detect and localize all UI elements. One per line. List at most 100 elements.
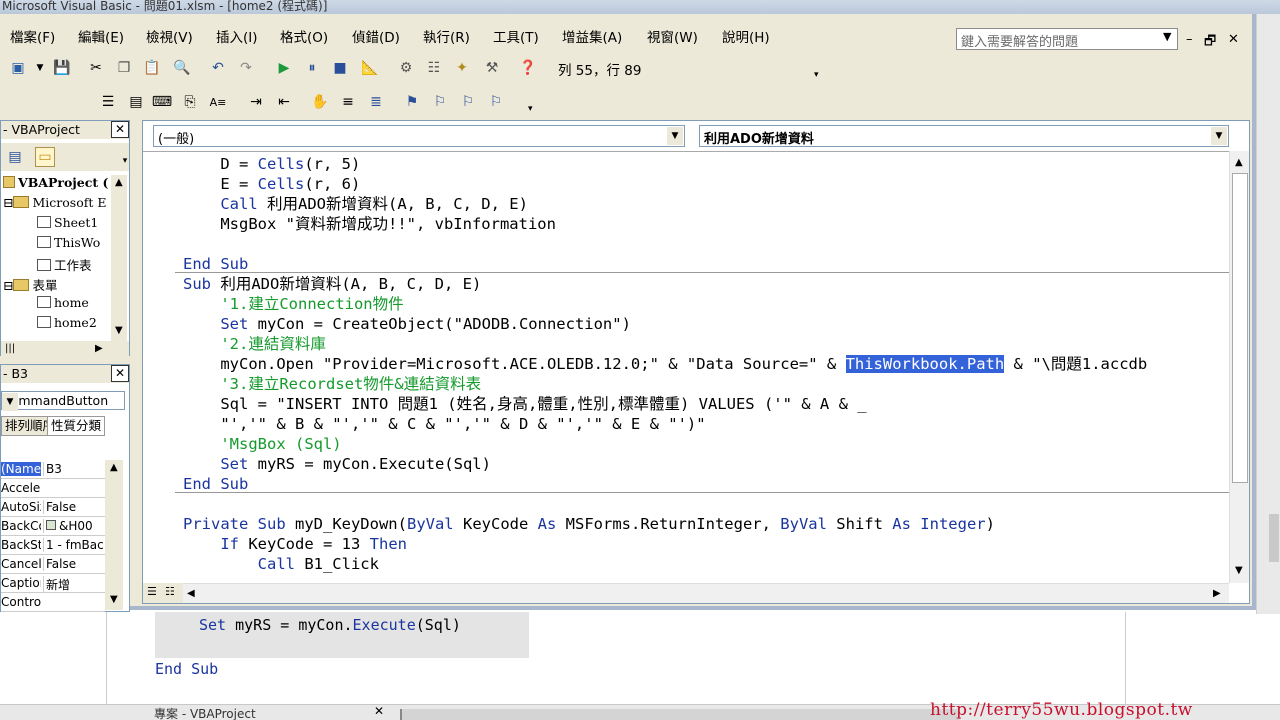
code-vscrollbar[interactable]: ▲ ▼ bbox=[1229, 151, 1249, 583]
code-editor[interactable]: D = Cells(r, 5) E = Cells(r, 6) Call 利用A… bbox=[143, 151, 1229, 583]
property-row[interactable]: Accelerator bbox=[1, 479, 105, 498]
full-module-view-icon[interactable]: ☷ bbox=[165, 585, 175, 598]
property-row[interactable]: AutoSizeFalse bbox=[1, 498, 105, 517]
list-properties-icon[interactable]: ☰ bbox=[98, 92, 118, 112]
toolbox-icon[interactable]: ⚒ bbox=[482, 58, 502, 78]
window-title: Microsoft Visual Basic - 問題01.xlsm - [ho… bbox=[2, 0, 328, 13]
properties-window-icon[interactable]: ☷ bbox=[424, 58, 444, 78]
property-row[interactable]: Caption新增 bbox=[1, 574, 105, 593]
code-line: If KeyCode = 13 Then bbox=[220, 535, 407, 553]
property-row[interactable]: (Name)B3 bbox=[1, 460, 105, 479]
toolbar-options-icon[interactable]: ▾ bbox=[528, 104, 533, 114]
parameter-info-icon[interactable]: ⎘ bbox=[180, 92, 200, 112]
tree-item-worksheet[interactable]: 工作表 bbox=[37, 255, 92, 274]
menu-view[interactable]: 檢視(V) bbox=[146, 26, 193, 46]
chevron-down-icon[interactable]: ▼ bbox=[1163, 30, 1171, 43]
outdent-icon[interactable]: ⇤ bbox=[274, 92, 294, 112]
code-line: D = Cells(r, 5) bbox=[183, 155, 361, 173]
tree-item-forms[interactable]: ⊟ 表單 bbox=[3, 275, 58, 294]
scroll-thumb[interactable] bbox=[1232, 173, 1248, 483]
property-row[interactable]: ControlTip bbox=[1, 593, 105, 612]
next-bookmark-icon[interactable]: ⚐ bbox=[430, 92, 450, 112]
uncomment-block-icon[interactable]: ≣ bbox=[366, 92, 386, 112]
menu-window[interactable]: 視窗(W) bbox=[647, 26, 698, 46]
view-excel-icon[interactable]: ▣ bbox=[8, 58, 28, 78]
property-row[interactable]: BackColor&H00 bbox=[1, 517, 105, 536]
view-code-icon[interactable]: ▤ bbox=[5, 147, 25, 167]
properties-vscrollbar[interactable]: ▲ ▼ bbox=[105, 460, 123, 610]
reset-icon[interactable]: ■ bbox=[330, 58, 350, 78]
undo-icon[interactable]: ↶ bbox=[208, 58, 228, 78]
menu-format[interactable]: 格式(O) bbox=[280, 26, 328, 46]
object-browser-icon[interactable]: ✦ bbox=[452, 58, 472, 78]
redo-icon[interactable]: ↷ bbox=[236, 58, 256, 78]
procedure-combo[interactable]: 利用ADO新增資料 ▼ bbox=[699, 125, 1229, 147]
close-icon[interactable]: ✕ bbox=[1228, 32, 1239, 47]
project-explorer-icon[interactable]: ⚙ bbox=[396, 58, 416, 78]
clear-bookmarks-icon[interactable]: ⚐ bbox=[486, 92, 506, 112]
background-window-edge bbox=[1256, 14, 1280, 614]
object-selector[interactable]: CommandButton ▼ bbox=[1, 391, 125, 411]
tree-item-vbaproject[interactable]: VBAProject ( bbox=[3, 175, 108, 190]
project-explorer-title: - VBAProject bbox=[3, 122, 80, 137]
tree-item-thisworkbook[interactable]: ThisWo bbox=[37, 235, 100, 250]
paste-icon[interactable]: 📋 bbox=[142, 58, 162, 78]
toggle-bookmark-icon[interactable]: ⚑ bbox=[402, 92, 422, 112]
project-explorer-titlebar: - VBAProject ✕ bbox=[1, 121, 129, 139]
help-search-box[interactable]: 鍵入需要解答的問題 ▼ bbox=[956, 28, 1178, 50]
menu-edit[interactable]: 編輯(E) bbox=[78, 26, 124, 46]
previous-bookmark-icon[interactable]: ⚐ bbox=[458, 92, 478, 112]
comment-block-icon[interactable]: ≡ bbox=[338, 92, 358, 112]
code-line: '1.建立Connection物件 bbox=[220, 295, 404, 313]
project-explorer: - VBAProject ✕ ▤ ▭ ▾ VBAProject ( ⊟ Micro… bbox=[0, 120, 130, 357]
help-search-placeholder: 鍵入需要解答的問題 bbox=[961, 35, 1079, 50]
run-icon[interactable]: ▶ bbox=[274, 58, 294, 78]
property-row[interactable]: Cancel False bbox=[1, 555, 105, 574]
menu-insert[interactable]: 插入(I) bbox=[216, 26, 258, 46]
tree-item-home2[interactable]: home2 bbox=[37, 315, 97, 330]
find-icon[interactable]: 🔍 bbox=[172, 58, 192, 78]
code-hscrollbar[interactable]: ◀ ▶ bbox=[183, 583, 1229, 603]
menu-debug[interactable]: 偵錯(D) bbox=[352, 26, 400, 46]
toolbar-options-icon[interactable]: ▾ bbox=[814, 70, 819, 80]
toggle-breakpoint-icon[interactable]: ✋ bbox=[310, 92, 330, 112]
list-constants-icon[interactable]: ▤ bbox=[126, 92, 146, 112]
complete-word-icon[interactable]: A≡ bbox=[208, 92, 228, 112]
code-line: '2.連結資料庫 bbox=[220, 335, 326, 353]
code-line: '3.建立Recordset物件&連結資料表 bbox=[220, 375, 482, 393]
cut-icon[interactable]: ✂ bbox=[86, 58, 106, 78]
close-icon[interactable]: ✕ bbox=[111, 365, 129, 382]
object-combo[interactable]: (一般) ▼ bbox=[153, 125, 685, 147]
tab-categorized[interactable]: 性質分類 bbox=[47, 416, 106, 436]
chevron-down-icon[interactable]: ▼ bbox=[1211, 127, 1227, 145]
design-mode-icon[interactable]: 📐 bbox=[360, 58, 380, 78]
close-icon[interactable]: ✕ bbox=[111, 121, 129, 138]
break-icon[interactable]: ⏸ bbox=[302, 58, 322, 78]
tree-item-sheet1[interactable]: Sheet1 bbox=[37, 215, 98, 230]
code-line: Call 利用ADO新增資料(A, B, C, D, E) bbox=[220, 195, 528, 213]
project-hscrollbar[interactable]: ||| ▶ bbox=[1, 341, 129, 357]
chevron-down-icon[interactable]: ▼ bbox=[667, 127, 683, 145]
help-icon[interactable]: ❓ bbox=[518, 58, 538, 78]
tree-item-microsoft-excel-objects[interactable]: ⊟ Microsoft E bbox=[3, 195, 106, 210]
indent-icon[interactable]: ⇥ bbox=[246, 92, 266, 112]
copy-icon[interactable]: ❐ bbox=[114, 58, 134, 78]
minimize-icon[interactable]: – bbox=[1186, 32, 1193, 47]
menu-run[interactable]: 執行(R) bbox=[423, 26, 470, 46]
quick-info-icon[interactable]: ⌨ bbox=[152, 92, 172, 112]
project-vscrollbar[interactable]: ▲ ▼ bbox=[111, 175, 127, 341]
restore-icon[interactable]: 🗗 bbox=[1204, 32, 1216, 54]
tree-item-home[interactable]: home bbox=[37, 295, 89, 310]
code-line: Sub 利用ADO新增資料(A, B, C, D, E) bbox=[183, 275, 482, 293]
toggle-folders-icon[interactable]: ▭ bbox=[35, 147, 55, 167]
save-icon[interactable]: 💾 bbox=[52, 58, 72, 78]
property-row[interactable]: BackStyle1 - fmBac bbox=[1, 536, 105, 555]
menu-addins[interactable]: 增益集(A) bbox=[562, 26, 622, 46]
chevron-down-icon[interactable]: ▼ bbox=[30, 58, 50, 78]
menu-tools[interactable]: 工具(T) bbox=[493, 26, 539, 46]
menu-help[interactable]: 說明(H) bbox=[722, 26, 770, 46]
chevron-down-icon[interactable]: ▼ bbox=[2, 393, 18, 411]
procedure-view-icon[interactable]: ☰ bbox=[147, 585, 157, 598]
menu-file[interactable]: 檔案(F) bbox=[10, 26, 55, 46]
toolbar-options-icon[interactable]: ▾ bbox=[115, 151, 135, 171]
